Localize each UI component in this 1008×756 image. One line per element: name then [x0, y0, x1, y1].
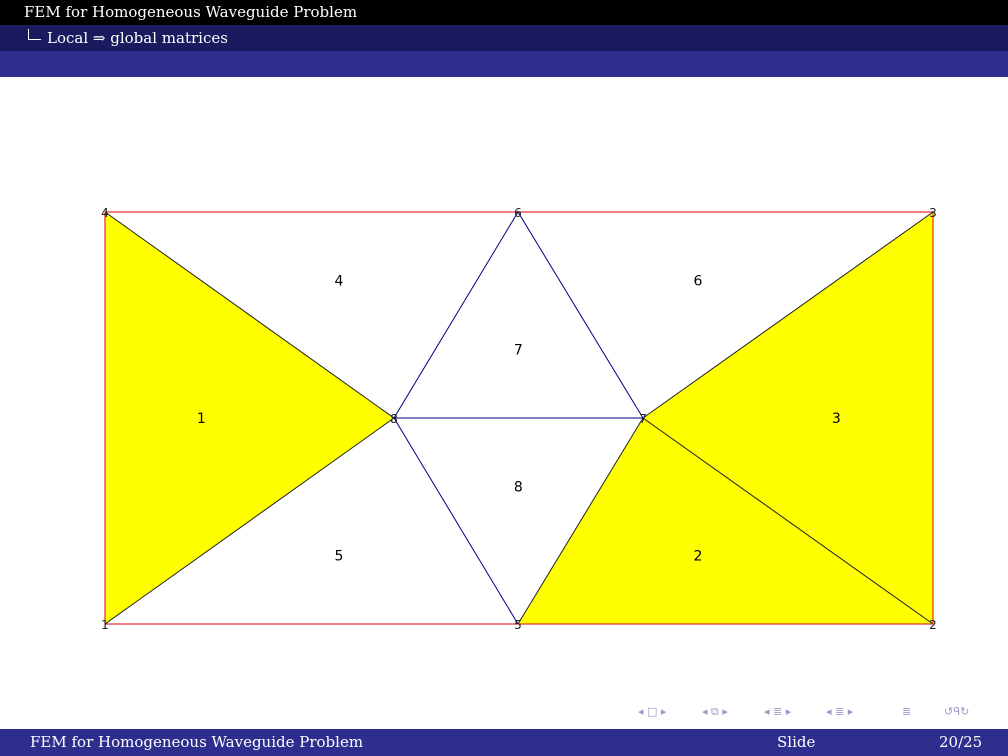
nav-frame-prev-icon[interactable]: ◂ □ ▸	[638, 705, 666, 718]
nav-align-icon[interactable]: ≣	[902, 705, 911, 718]
nav-subsection-icon[interactable]: ◂ ⧉ ▸	[702, 705, 728, 719]
footer-bar: FEM for Homogeneous Waveguide Problem Sl…	[0, 729, 1008, 756]
node-label-8: 8	[390, 412, 398, 426]
element-label-2: 2	[694, 548, 703, 564]
node-label-2: 2	[929, 618, 937, 632]
mesh-edge-6-7	[517, 211, 644, 419]
node-label-1: 1	[101, 618, 109, 632]
element-label-7: 7	[514, 342, 523, 358]
node-label-4: 4	[101, 206, 109, 220]
nav-section-icon[interactable]: ◂ ≣ ▸	[764, 705, 791, 718]
element-label-1: 1	[197, 411, 206, 427]
beamer-navigation: ◂ □ ▸ ◂ ⧉ ▸ ◂ ≣ ▸ ◂ ≣ ▸ ≣ ↺ᑫ↻	[636, 703, 1006, 723]
mesh-diagram: 1 2 3 4 5 6 7 8 1 2 3 4 5 6 7 8	[101, 206, 937, 632]
node-label-7: 7	[639, 412, 647, 426]
footer-slide-label: Slide	[777, 733, 816, 751]
element-label-4: 4	[335, 274, 344, 290]
nav-subsubsection-icon[interactable]: ◂ ≣ ▸	[826, 705, 853, 718]
element-label-5: 5	[335, 548, 344, 564]
node-label-5: 5	[514, 618, 522, 632]
mesh-edge-6-8	[393, 211, 519, 419]
node-label-6: 6	[514, 206, 522, 220]
footer-title: FEM for Homogeneous Waveguide Problem	[30, 733, 364, 751]
element-label-3: 3	[832, 411, 841, 427]
mesh-edge-5-8	[393, 417, 519, 625]
element-label-6: 6	[694, 274, 703, 290]
node-label-3: 3	[929, 206, 937, 220]
element-fill-1	[105, 212, 394, 624]
element-label-8: 8	[514, 480, 523, 496]
nav-search-icon[interactable]: ↺ᑫ↻	[944, 705, 969, 718]
footer-page-number: 20/25	[939, 733, 983, 751]
